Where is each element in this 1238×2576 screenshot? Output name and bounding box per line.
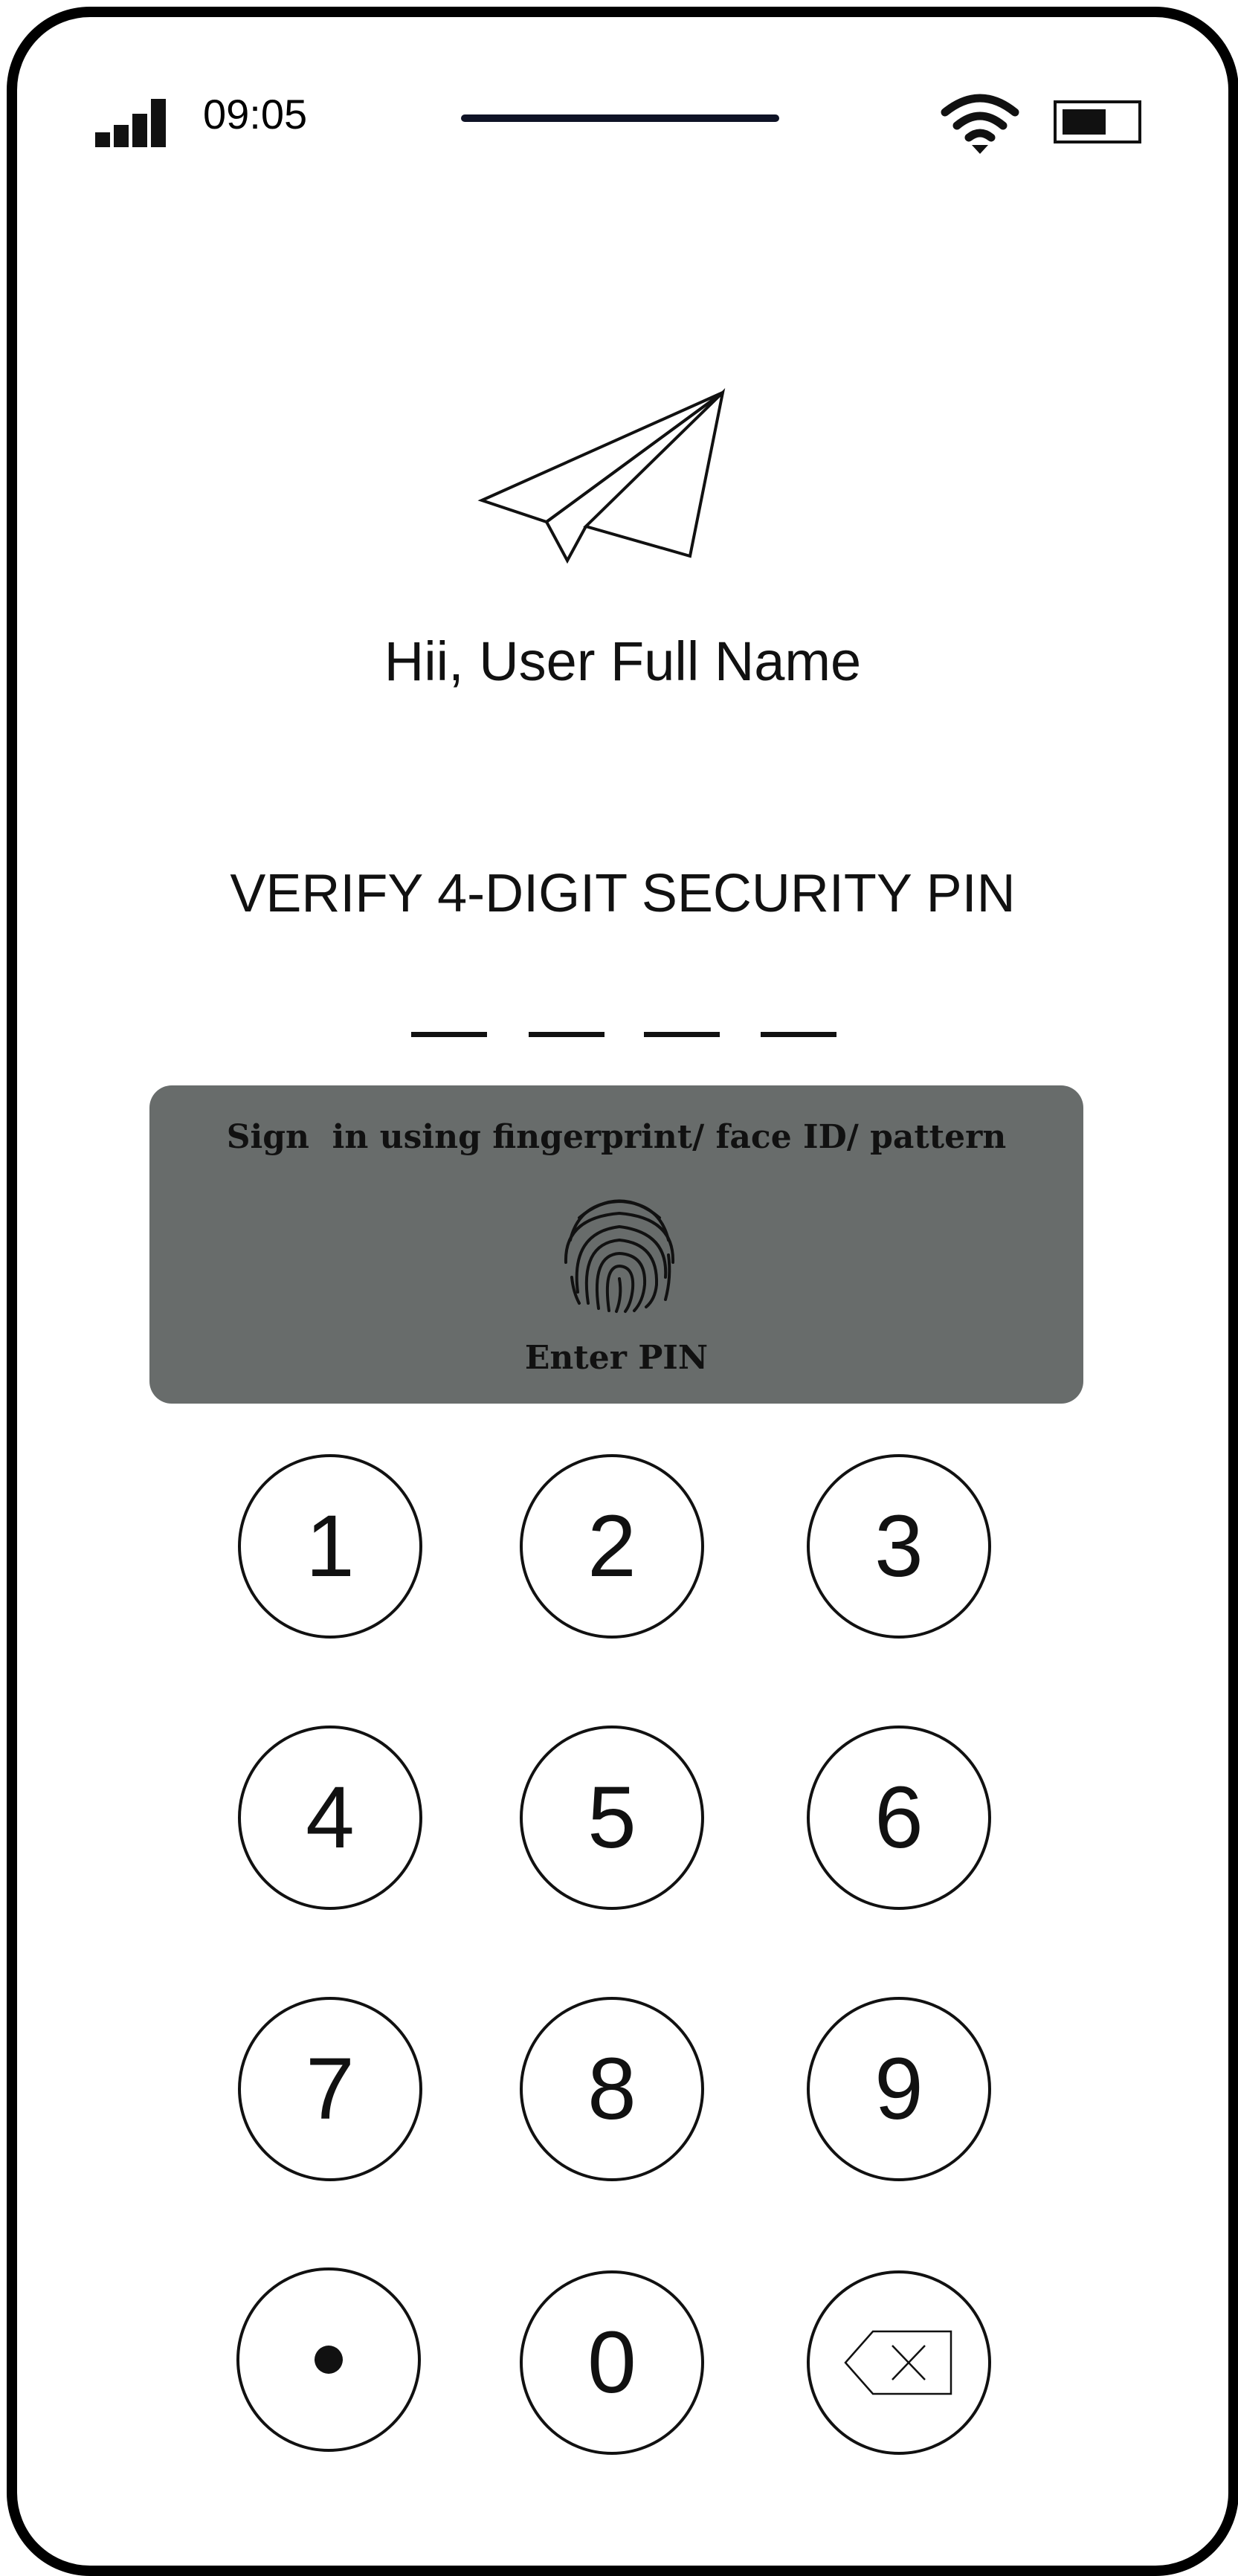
key-4[interactable]: 4 [238,1726,422,1910]
key-0-label: 0 [587,2314,636,2412]
key-3[interactable]: 3 [807,1454,991,1639]
key-9[interactable]: 9 [807,1997,991,2181]
phone-frame: 09:05 Hii, User Full Name VERIFY 4-DIGIT… [7,7,1238,2576]
key-6-label: 6 [874,1769,923,1867]
key-0[interactable]: 0 [520,2270,704,2455]
signal-bars-icon [95,99,166,147]
key-4-label: 4 [306,1769,355,1867]
key-1[interactable]: 1 [238,1454,422,1639]
pin-slot-2 [529,1032,605,1037]
pin-slot-1 [411,1032,487,1037]
key-dot[interactable] [236,2267,421,2452]
status-time: 09:05 [203,91,308,138]
pin-slot-3 [644,1032,720,1037]
pin-input-slots [411,1032,872,1041]
backspace-button[interactable] [807,2270,991,2455]
dot-icon [315,2346,343,2374]
key-2-label: 2 [587,1497,636,1595]
notch-bar [461,114,779,122]
biometric-prompt: Sign in using fingerprint/ face ID/ patt… [226,1118,1007,1156]
key-8-label: 8 [587,2040,636,2138]
pin-title: VERIFY 4-DIGIT SECURITY PIN [230,864,1016,923]
key-5[interactable]: 5 [520,1726,704,1910]
status-bar: 09:05 [17,17,1228,154]
enter-pin-link[interactable]: Enter PIN [149,1342,1083,1375]
greeting-text: Hii, User Full Name [384,630,862,692]
key-8[interactable]: 8 [520,1997,704,2181]
key-9-label: 9 [874,2040,923,2138]
battery-icon [1054,100,1141,143]
key-5-label: 5 [587,1769,636,1867]
biometric-panel[interactable]: Sign in using fingerprint/ face ID/ patt… [149,1085,1083,1404]
key-3-label: 3 [874,1497,923,1595]
key-2[interactable]: 2 [520,1454,704,1639]
backspace-icon [844,2330,952,2395]
key-6[interactable]: 6 [807,1726,991,1910]
wifi-icon [941,94,1019,154]
pin-slot-4 [761,1032,836,1037]
key-7[interactable]: 7 [238,1997,422,2181]
paper-plane-icon [477,388,726,564]
key-1-label: 1 [306,1497,355,1595]
fingerprint-icon[interactable] [557,1188,682,1314]
key-7-label: 7 [306,2040,355,2138]
